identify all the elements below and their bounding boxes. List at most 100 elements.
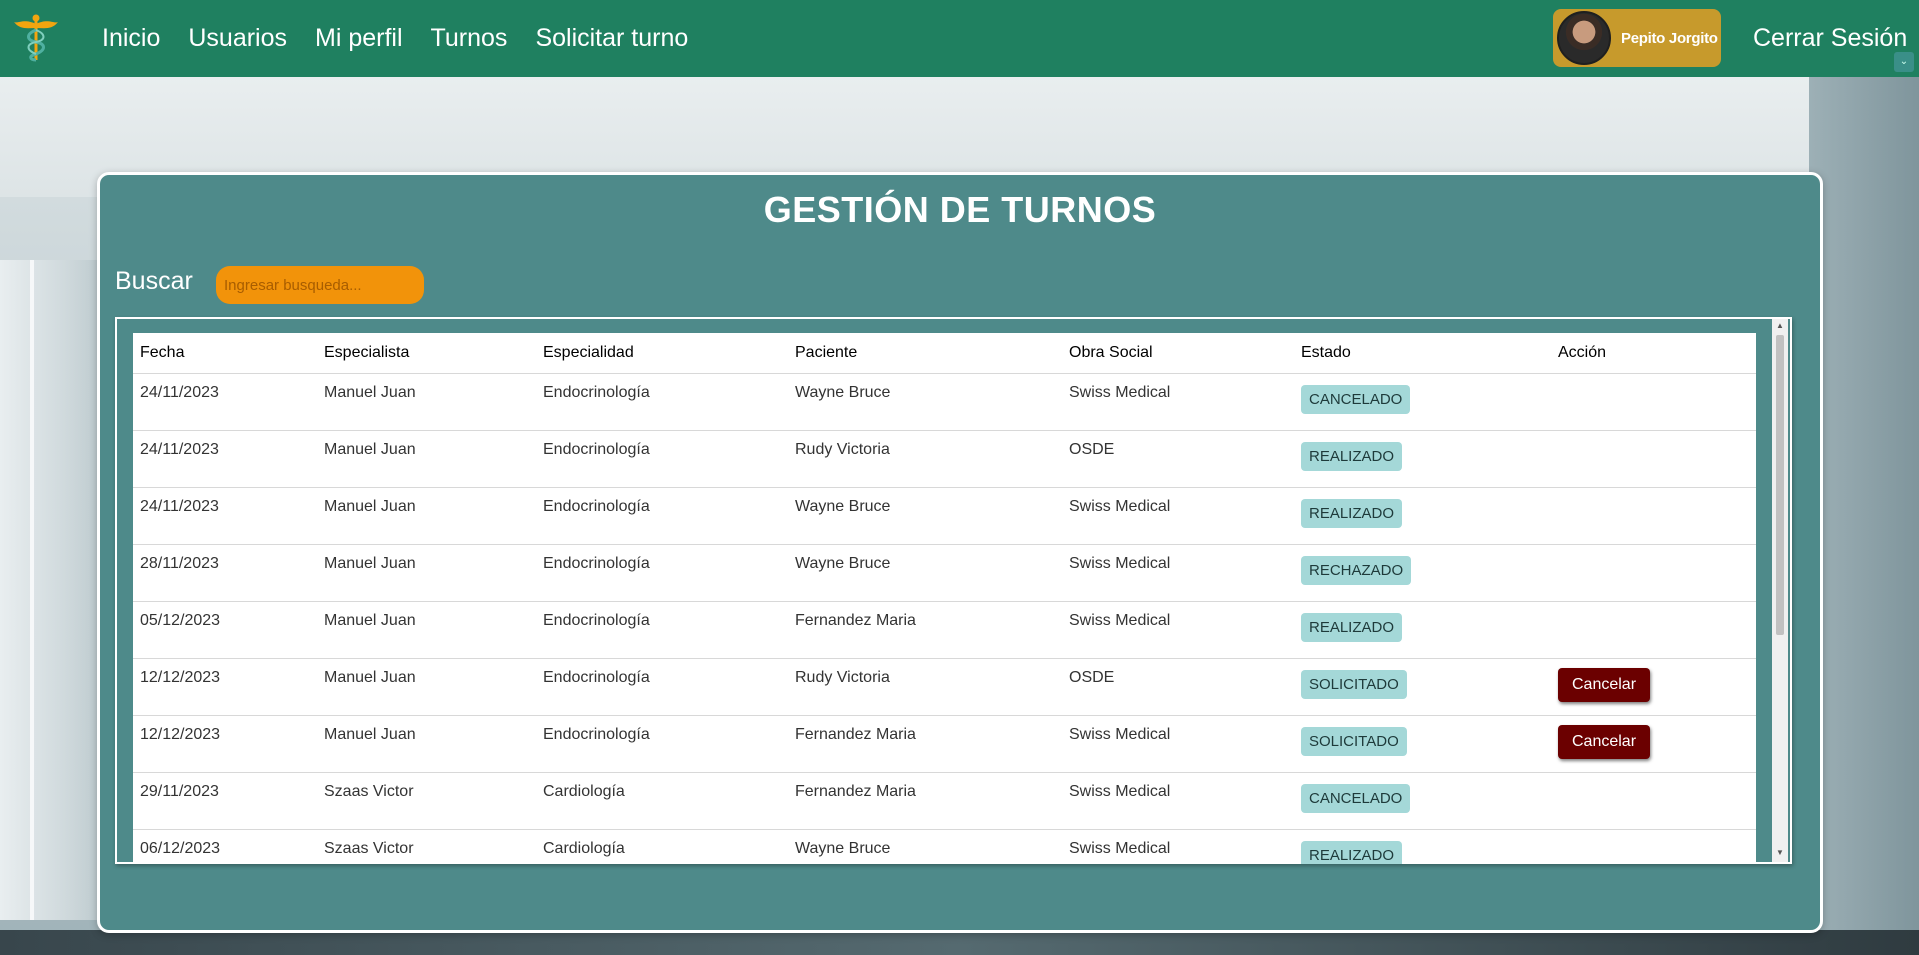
cell-especialista: Manuel Juan bbox=[317, 658, 536, 716]
cell-estado: SOLICITADO bbox=[1294, 658, 1551, 716]
table-header-row: Fecha Especialista Especialidad Paciente… bbox=[133, 333, 1756, 374]
background-floor bbox=[0, 930, 1919, 955]
cell-obra-social: Swiss Medical bbox=[1062, 601, 1294, 659]
cell-paciente: Wayne Bruce bbox=[788, 544, 1062, 602]
cell-especialista: Szaas Victor bbox=[317, 829, 536, 864]
cell-accion bbox=[1551, 487, 1756, 545]
cell-obra-social: Swiss Medical bbox=[1062, 544, 1294, 602]
table-row: 05/12/2023 Manuel Juan Endocrinología Ferna… bbox=[133, 601, 1756, 659]
cell-fecha: 24/11/2023 bbox=[133, 373, 317, 431]
search-input[interactable] bbox=[216, 266, 424, 304]
cell-fecha: 29/11/2023 bbox=[133, 772, 317, 830]
cell-paciente: Fernandez Maria bbox=[788, 601, 1062, 659]
cell-obra-social: Swiss Medical bbox=[1062, 715, 1294, 773]
cell-paciente: Fernandez Maria bbox=[788, 715, 1062, 773]
cell-obra-social: Swiss Medical bbox=[1062, 829, 1294, 864]
scrollbar-thumb[interactable] bbox=[1776, 335, 1784, 635]
cell-paciente: Wayne Bruce bbox=[788, 487, 1062, 545]
scroll-up-icon[interactable]: ▲ bbox=[1772, 321, 1788, 333]
cell-paciente: Rudy Victoria bbox=[788, 430, 1062, 488]
cell-especialista: Manuel Juan bbox=[317, 715, 536, 773]
status-badge: SOLICITADO bbox=[1301, 670, 1407, 699]
nav-link-solicitar-turno[interactable]: Solicitar turno bbox=[535, 24, 688, 53]
cell-accion: Cancelar bbox=[1551, 715, 1756, 773]
cell-accion bbox=[1551, 601, 1756, 659]
cell-obra-social: Swiss Medical bbox=[1062, 772, 1294, 830]
cell-fecha: 24/11/2023 bbox=[133, 487, 317, 545]
cell-fecha: 06/12/2023 bbox=[133, 829, 317, 864]
status-badge: CANCELADO bbox=[1301, 385, 1411, 414]
cell-fecha: 28/11/2023 bbox=[133, 544, 317, 602]
column-header-estado: Estado bbox=[1294, 333, 1551, 374]
cancel-button[interactable]: Cancelar bbox=[1558, 725, 1651, 759]
table-row: 24/11/2023 Manuel Juan Endocrinología Rudy … bbox=[133, 430, 1756, 488]
top-navbar: Inicio Usuarios Mi perfil Turnos Solicit… bbox=[0, 0, 1919, 77]
turnos-table: Fecha Especialista Especialidad Paciente… bbox=[133, 333, 1756, 864]
cell-estado: REALIZADO bbox=[1294, 601, 1551, 659]
table-row: 24/11/2023 Manuel Juan Endocrinología Wayne… bbox=[133, 373, 1756, 431]
cell-accion bbox=[1551, 430, 1756, 488]
table-scrollbar[interactable]: ▲ ▼ bbox=[1772, 319, 1788, 862]
cell-especialidad: Endocrinología bbox=[536, 658, 788, 716]
cell-especialidad: Endocrinología bbox=[536, 601, 788, 659]
column-header-obra-social: Obra Social bbox=[1062, 333, 1294, 374]
nav-link-usuarios[interactable]: Usuarios bbox=[188, 24, 287, 53]
cell-accion bbox=[1551, 544, 1756, 602]
cell-accion bbox=[1551, 373, 1756, 431]
cell-especialista: Manuel Juan bbox=[317, 430, 536, 488]
cell-obra-social: OSDE bbox=[1062, 430, 1294, 488]
status-badge: REALIZADO bbox=[1301, 841, 1403, 864]
cell-fecha: 24/11/2023 bbox=[133, 430, 317, 488]
table-row: 12/12/2023 Manuel Juan Endocrinología Rudy … bbox=[133, 658, 1756, 716]
cell-obra-social: Swiss Medical bbox=[1062, 487, 1294, 545]
status-badge: SOLICITADO bbox=[1301, 727, 1407, 756]
nav-link-mi-perfil[interactable]: Mi perfil bbox=[315, 24, 403, 53]
nav-link-turnos[interactable]: Turnos bbox=[431, 24, 508, 53]
scroll-down-icon[interactable]: ▼ bbox=[1772, 848, 1788, 860]
nav-link-inicio[interactable]: Inicio bbox=[102, 24, 160, 53]
cell-estado: REALIZADO bbox=[1294, 430, 1551, 488]
cell-paciente: Wayne Bruce bbox=[788, 829, 1062, 864]
cell-especialista: Manuel Juan bbox=[317, 373, 536, 431]
cell-obra-social: Swiss Medical bbox=[1062, 373, 1294, 431]
cell-estado: CANCELADO bbox=[1294, 772, 1551, 830]
cell-especialidad: Endocrinología bbox=[536, 544, 788, 602]
status-badge: REALIZADO bbox=[1301, 613, 1403, 642]
cell-especialidad: Endocrinología bbox=[536, 715, 788, 773]
background-pillar bbox=[1809, 77, 1919, 955]
cell-estado: REALIZADO bbox=[1294, 829, 1551, 864]
cell-estado: CANCELADO bbox=[1294, 373, 1551, 431]
search-label: Buscar bbox=[115, 267, 193, 295]
cell-especialidad: Cardiología bbox=[536, 829, 788, 864]
cell-accion: Cancelar bbox=[1551, 658, 1756, 716]
column-header-fecha: Fecha bbox=[133, 333, 317, 374]
extension-icon[interactable]: ⌄ bbox=[1894, 52, 1914, 72]
table-row: 06/12/2023 Szaas Victor Cardiología Wayne B… bbox=[133, 829, 1756, 864]
cell-especialista: Szaas Victor bbox=[317, 772, 536, 830]
cell-fecha: 05/12/2023 bbox=[133, 601, 317, 659]
column-header-accion: Acción bbox=[1551, 333, 1756, 374]
cell-fecha: 12/12/2023 bbox=[133, 715, 317, 773]
column-header-especialista: Especialista bbox=[317, 333, 536, 374]
status-badge: CANCELADO bbox=[1301, 784, 1411, 813]
cancel-button[interactable]: Cancelar bbox=[1558, 668, 1651, 702]
table-row: 28/11/2023 Manuel Juan Endocrinología Wayne… bbox=[133, 544, 1756, 602]
column-header-especialidad: Especialidad bbox=[536, 333, 788, 374]
table-row: 24/11/2023 Manuel Juan Endocrinología Wayne… bbox=[133, 487, 1756, 545]
user-profile-chip[interactable]: Pepito Jorgito bbox=[1553, 9, 1721, 67]
cell-especialidad: Endocrinología bbox=[536, 430, 788, 488]
logout-link[interactable]: Cerrar Sesión bbox=[1753, 0, 1907, 77]
cell-estado: SOLICITADO bbox=[1294, 715, 1551, 773]
table-row: 12/12/2023 Manuel Juan Endocrinología Ferna… bbox=[133, 715, 1756, 773]
turnos-table-container[interactable]: Fecha Especialista Especialidad Paciente… bbox=[133, 333, 1756, 864]
avatar bbox=[1557, 11, 1611, 65]
status-badge: REALIZADO bbox=[1301, 442, 1403, 471]
cell-especialidad: Endocrinología bbox=[536, 487, 788, 545]
cell-estado: RECHAZADO bbox=[1294, 544, 1551, 602]
cell-paciente: Rudy Victoria bbox=[788, 658, 1062, 716]
caduceus-logo-icon[interactable] bbox=[14, 14, 58, 62]
page-title: GESTIÓN DE TURNOS bbox=[763, 189, 1157, 230]
cell-fecha: 12/12/2023 bbox=[133, 658, 317, 716]
user-name: Pepito Jorgito bbox=[1621, 29, 1718, 47]
cell-estado: REALIZADO bbox=[1294, 487, 1551, 545]
